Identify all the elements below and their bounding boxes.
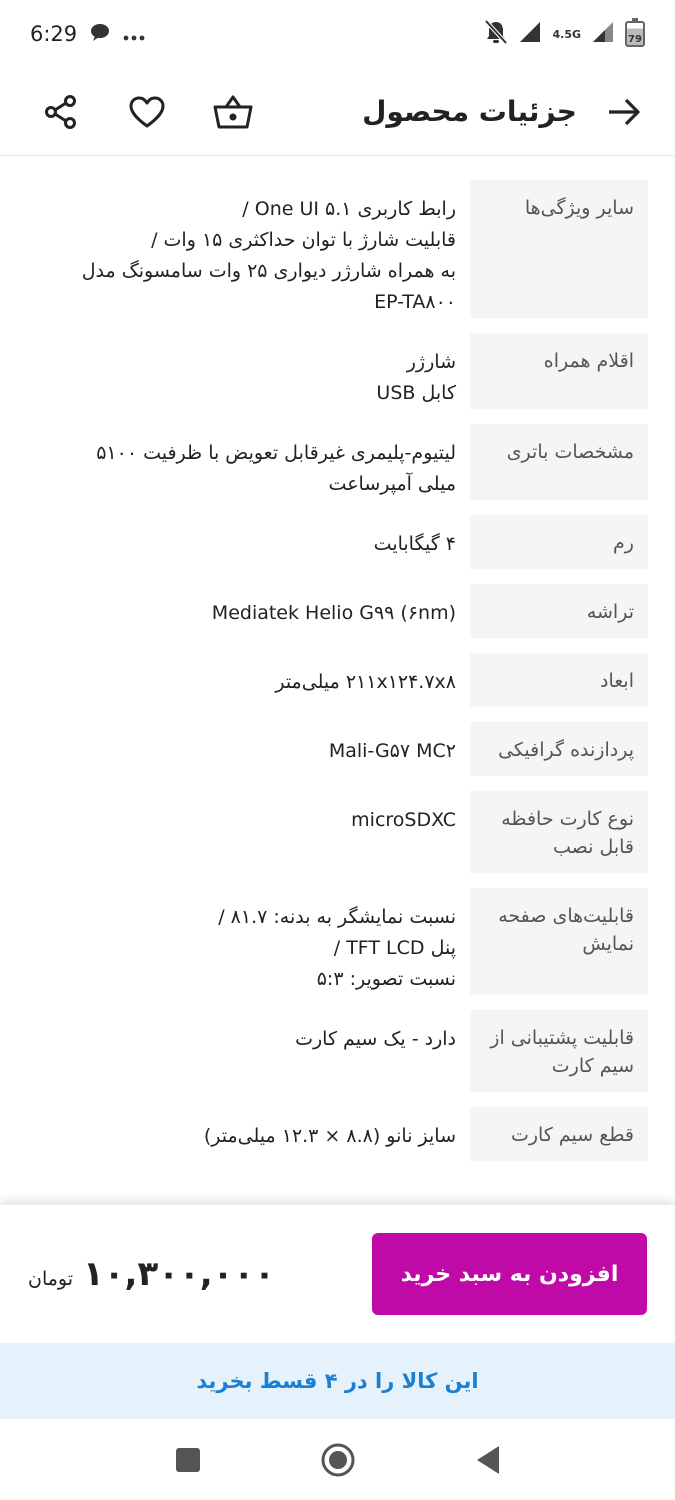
spec-label: اقلام همراه (470, 333, 648, 409)
spec-value-line: شارژر (406, 351, 456, 373)
spec-value-line: ۴ گیگابایت (373, 533, 456, 555)
header-title-wrap: جزئیات محصول (362, 91, 645, 133)
spec-value-line: رابط کاربری One UI ۵.۱ / (242, 198, 456, 220)
spec-value: نسبت نمایشگر به بدنه: ۸۱.۷ / پنل TFT LCD … (28, 888, 470, 995)
spec-value-line: EP-TA۸۰۰ (374, 291, 456, 313)
spec-row: دارد - یک سیم کارت قابلیت پشتیبانی از سیم… (0, 1010, 675, 1092)
basket-icon (213, 95, 253, 128)
battery-level: 79 (628, 34, 642, 45)
spec-value-line: لیتیوم-پلیمری غیرقابل تعویض با ظرفیت ۵۱۰… (96, 442, 456, 464)
purchase-bar: تومان ۱۰,۳۰۰,۰۰۰ افزودن به سبد خرید (0, 1205, 675, 1343)
spec-label: قابلیت‌های صفحه نمایش (470, 888, 648, 995)
home-icon (321, 1443, 354, 1476)
spec-row: نسبت نمایشگر به بدنه: ۸۱.۷ / پنل TFT LCD … (0, 888, 675, 995)
home-button[interactable] (318, 1440, 358, 1480)
spec-value: دارد - یک سیم کارت (28, 1010, 470, 1092)
spec-row: Mediatek Helio G۹۹ (۶nm) تراشه (0, 584, 675, 638)
price-value: ۱۰,۳۰۰,۰۰۰ (83, 1254, 275, 1294)
battery-icon: 79 (625, 18, 645, 47)
app-header: جزئیات محصول (0, 68, 675, 156)
spec-row: ۲۱۱x۱۲۴.۷x۸ میلی‌متر ابعاد (0, 653, 675, 707)
spec-value: سایز نانو (۸.۸ × ۱۲.۳ میلی‌متر) (28, 1107, 470, 1161)
spec-value: لیتیوم-پلیمری غیرقابل تعویض با ظرفیت ۵۱۰… (28, 424, 470, 500)
signal-icon (518, 20, 542, 48)
spec-row: ۴ گیگابایت رم (0, 515, 675, 569)
spec-value: Mali-G۵۷ MC۲ (28, 722, 470, 776)
spec-label: نوع کارت حافظه قابل نصب (470, 791, 648, 873)
spec-value: microSDXC (28, 791, 470, 873)
spec-value-line: کابل USB (376, 382, 456, 404)
share-button[interactable] (40, 91, 82, 133)
status-bar: 6:29 4.5G 79 (0, 0, 675, 68)
spec-value-line: نسبت تصویر: ۵:۳ (316, 968, 456, 990)
spec-row: لیتیوم-پلیمری غیرقابل تعویض با ظرفیت ۵۱۰… (0, 424, 675, 500)
spec-value-line: قابلیت شارژ با توان حداکثری ۱۵ وات / (151, 229, 456, 251)
spec-list: رابط کاربری One UI ۵.۱ / قابلیت شارژ با ت… (0, 180, 675, 1205)
installment-banner[interactable]: این کالا را در ۴ قسط بخرید (0, 1343, 675, 1419)
page-title: جزئیات محصول (362, 95, 577, 128)
back-triangle-icon (476, 1445, 499, 1474)
recents-button[interactable] (168, 1440, 208, 1480)
spec-label: پردازنده گرافیکی (470, 722, 648, 776)
cart-button[interactable] (212, 91, 254, 133)
spec-value-line: میلی آمپرساعت (328, 473, 456, 495)
spec-row: microSDXC نوع کارت حافظه قابل نصب (0, 791, 675, 873)
spec-label: سایر ویژگی‌ها (470, 180, 648, 318)
header-actions (40, 91, 254, 133)
status-right: 4.5G 79 (484, 18, 645, 49)
spec-value-line: Mali-G۵۷ MC۲ (328, 740, 456, 762)
spec-row: رابط کاربری One UI ۵.۱ / قابلیت شارژ با ت… (0, 180, 675, 318)
status-time: 6:29 (30, 22, 78, 46)
spec-label: قطع سیم کارت (470, 1107, 648, 1161)
spec-row: سایز نانو (۸.۸ × ۱۲.۳ میلی‌متر) قطع سیم ک… (0, 1107, 675, 1161)
recents-icon (175, 1447, 200, 1472)
spec-label: تراشه (470, 584, 648, 638)
spec-value: ۲۱۱x۱۲۴.۷x۸ میلی‌متر (28, 653, 470, 707)
spec-row: شارژر کابل USB اقلام همراه (0, 333, 675, 409)
spec-row: Mali-G۵۷ MC۲ پردازنده گرافیکی (0, 722, 675, 776)
spec-value: شارژر کابل USB (28, 333, 470, 409)
chat-bubble-icon (89, 22, 111, 47)
spec-value-line: ۲۱۱x۱۲۴.۷x۸ میلی‌متر (275, 671, 456, 693)
notifications-off-icon (484, 19, 508, 49)
signal-secondary-icon (591, 20, 615, 48)
spec-value-line: پنل TFT LCD / (333, 937, 456, 959)
spec-value-line: به همراه شارژر دیواری ۲۵ وات سامسونگ مدل (81, 260, 456, 282)
favorite-button[interactable] (126, 91, 168, 133)
spec-value-line: نسبت نمایشگر به بدنه: ۸۱.۷ / (218, 906, 456, 928)
network-type-label: 4.5G (552, 27, 581, 41)
status-left: 6:29 (30, 22, 145, 47)
more-notifications-icon (123, 22, 145, 46)
spec-value-line: سایز نانو (۸.۸ × ۱۲.۳ میلی‌متر) (203, 1125, 456, 1147)
installment-text: این کالا را در ۴ قسط بخرید (196, 1369, 479, 1393)
back-button[interactable] (603, 91, 645, 133)
add-to-cart-button[interactable]: افزودن به سبد خرید (372, 1233, 647, 1315)
price: تومان ۱۰,۳۰۰,۰۰۰ (28, 1254, 275, 1294)
heart-icon (129, 96, 165, 127)
spec-value-line: Mediatek Helio G۹۹ (۶nm) (211, 602, 456, 624)
spec-label: مشخصات باتری (470, 424, 648, 500)
spec-label: قابلیت پشتیبانی از سیم کارت (470, 1010, 648, 1092)
spec-value: Mediatek Helio G۹۹ (۶nm) (28, 584, 470, 638)
spec-value: ۴ گیگابایت (28, 515, 470, 569)
spec-label: ابعاد (470, 653, 648, 707)
price-currency: تومان (28, 1268, 74, 1290)
spec-value: رابط کاربری One UI ۵.۱ / قابلیت شارژ با ت… (28, 180, 470, 318)
spec-label: رم (470, 515, 648, 569)
arrow-right-icon (609, 98, 640, 125)
system-nav-bar (0, 1419, 675, 1500)
spec-value-line: microSDXC (351, 809, 456, 831)
share-icon (45, 94, 76, 129)
back-nav-button[interactable] (468, 1440, 508, 1480)
spec-value-line: دارد - یک سیم کارت (295, 1028, 456, 1050)
